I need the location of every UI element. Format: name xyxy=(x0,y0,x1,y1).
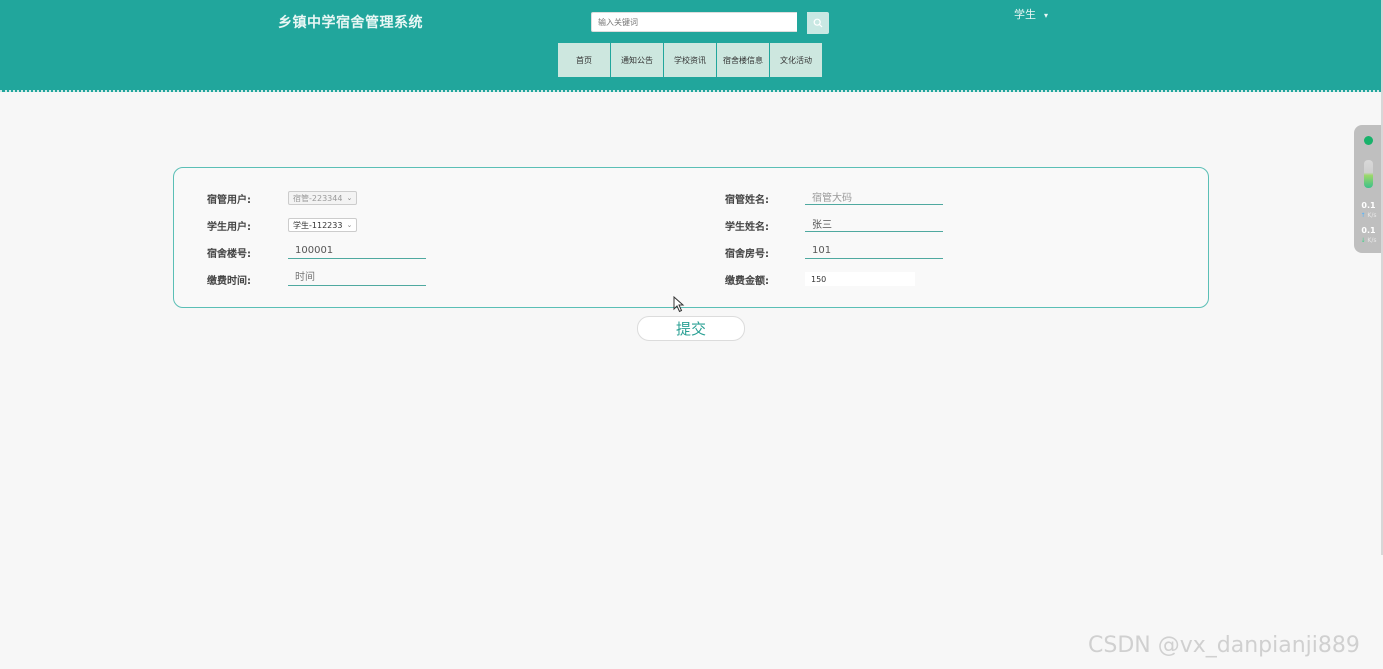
payment-amount-label: 缴费金额: xyxy=(725,276,769,287)
payment-time-field[interactable] xyxy=(288,270,426,286)
chevron-down-icon: ▾ xyxy=(1044,10,1049,20)
supervisor-user-value: 宿管-223344 xyxy=(293,193,343,203)
room-number-label: 宿舍房号: xyxy=(725,249,769,260)
chevron-down-icon: ⌄ xyxy=(346,194,353,202)
payment-amount-field[interactable]: 150 xyxy=(805,272,915,286)
building-number-label: 宿舍楼号: xyxy=(207,249,251,260)
usage-bar-icon xyxy=(1364,160,1373,188)
nav-item-school-news[interactable]: 学校资讯 xyxy=(664,43,716,77)
download-speed-unit: ↓ K/s xyxy=(1360,237,1377,244)
student-name-field[interactable] xyxy=(805,216,943,232)
upload-speed-unit: ↑ K/s xyxy=(1360,212,1377,219)
submit-button[interactable]: 提交 xyxy=(637,316,745,341)
student-user-label: 学生用户: xyxy=(207,222,251,233)
payment-form-card: 宿管用户: 宿管-223344 ⌄ 宿管姓名: 学生用户: 学生-112233 … xyxy=(173,167,1209,308)
mouse-cursor-icon xyxy=(673,296,685,313)
supervisor-name-label: 宿管姓名: xyxy=(725,195,769,206)
building-number-field[interactable] xyxy=(288,243,426,259)
download-speed-value: 0.1 xyxy=(1361,226,1376,235)
payment-amount-value: 150 xyxy=(811,274,827,284)
supervisor-name-field[interactable] xyxy=(805,189,943,205)
nav-item-notices[interactable]: 通知公告 xyxy=(611,43,663,77)
search-icon xyxy=(813,18,823,28)
nav-item-dorm-buildings[interactable]: 宿舍楼信息 xyxy=(717,43,769,77)
supervisor-user-label: 宿管用户: xyxy=(207,195,251,206)
search-box xyxy=(591,12,829,34)
upload-speed-value: 0.1 xyxy=(1361,201,1376,210)
site-title: 乡镇中学宿舍管理系统 xyxy=(278,15,423,31)
room-number-field[interactable] xyxy=(805,243,943,259)
user-label: 学生 xyxy=(1014,8,1036,21)
student-user-select[interactable]: 学生-112233 ⌄ xyxy=(288,218,358,232)
chevron-down-icon: ⌄ xyxy=(346,221,353,229)
supervisor-user-select[interactable]: 宿管-223344 ⌄ xyxy=(288,191,358,205)
main-nav: 首页 通知公告 学校资讯 宿舍楼信息 文化活动 xyxy=(558,43,823,77)
top-header: 乡镇中学宿舍管理系统 学生 ▾ 首页 通知公告 学校资讯 宿舍楼信息 文化活动 xyxy=(0,0,1383,92)
nav-item-home[interactable]: 首页 xyxy=(558,43,610,77)
nav-item-cultural-activities[interactable]: 文化活动 xyxy=(770,43,822,77)
search-input[interactable] xyxy=(591,12,797,32)
student-user-value: 学生-112233 xyxy=(293,220,343,230)
payment-time-label: 缴费时间: xyxy=(207,276,251,287)
search-button[interactable] xyxy=(807,12,829,34)
watermark-text: CSDN @vx_danpianji889 xyxy=(1088,633,1360,658)
status-dot-icon xyxy=(1364,136,1373,145)
user-menu[interactable]: 学生 ▾ xyxy=(1014,6,1048,22)
student-name-label: 学生姓名: xyxy=(725,222,769,233)
